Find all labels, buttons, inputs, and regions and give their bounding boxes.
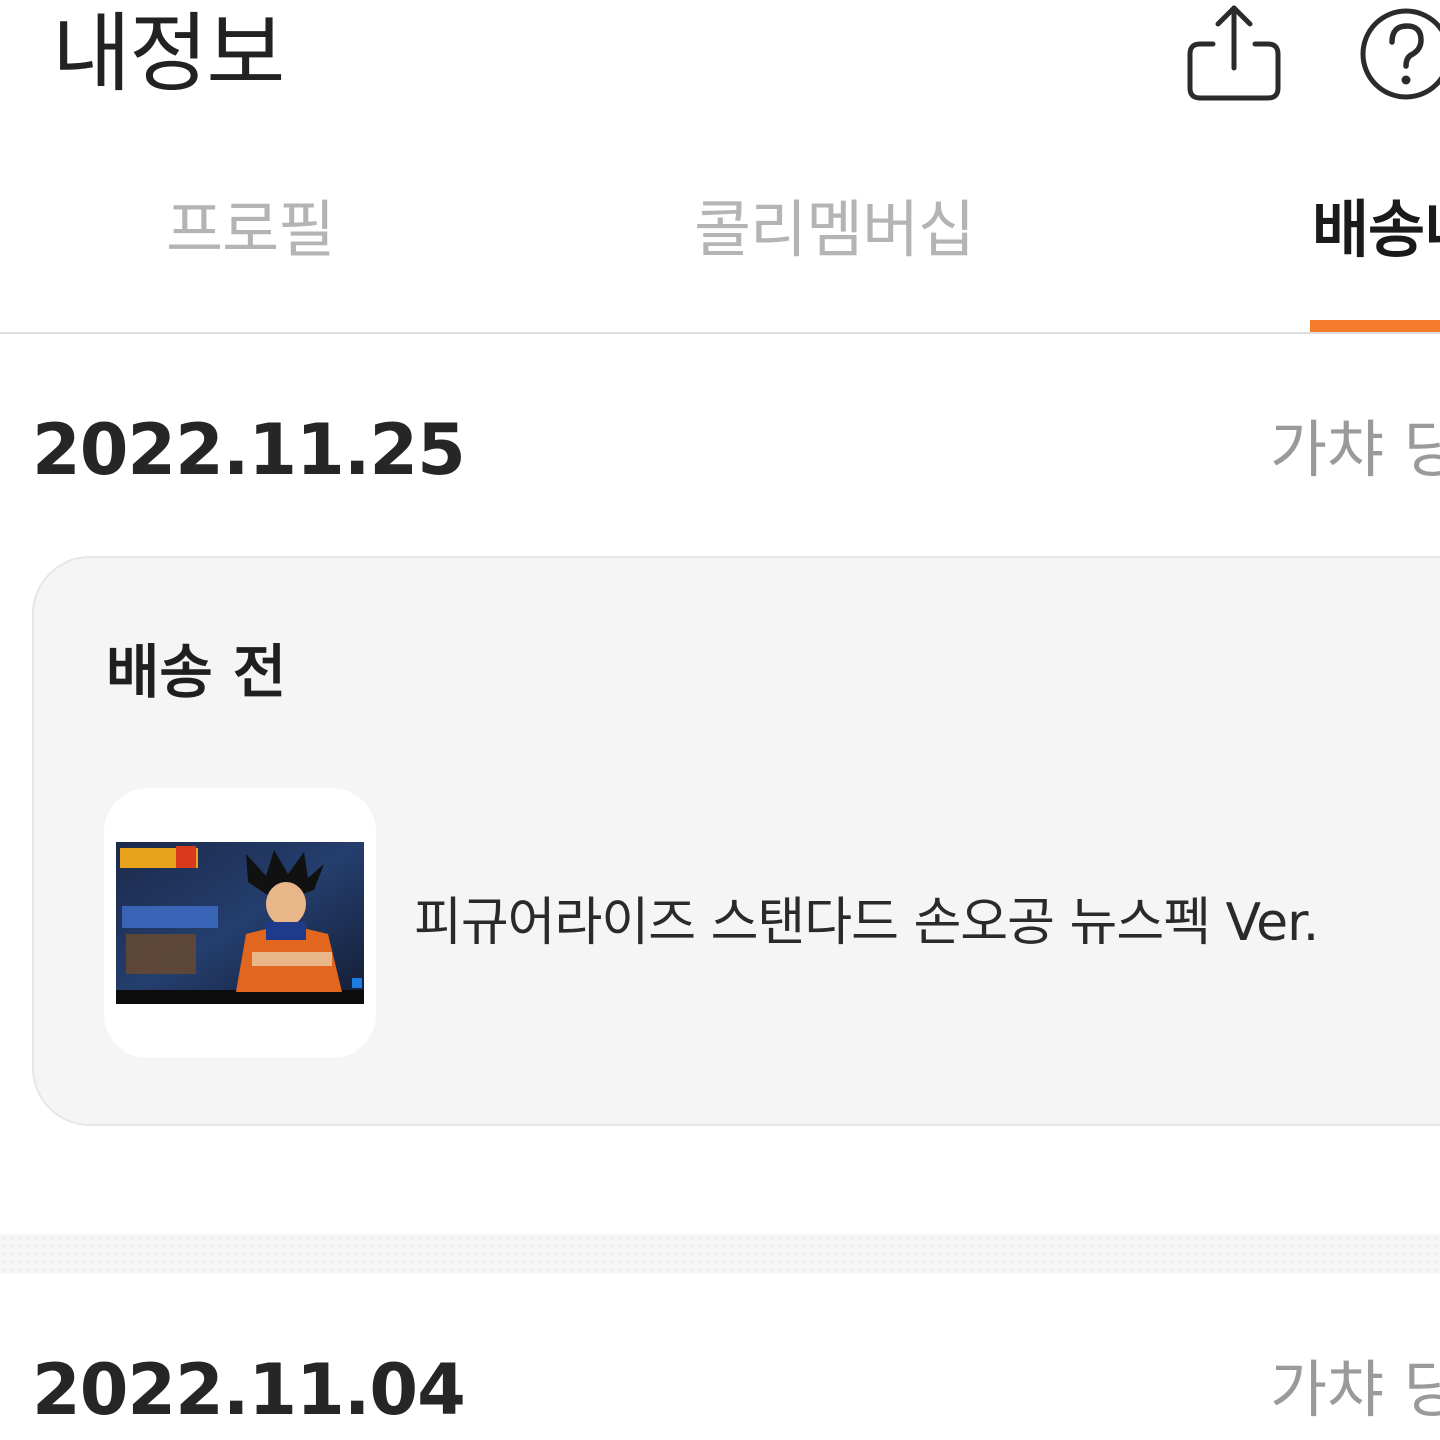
tab-profile[interactable]: 프로필 [166, 190, 335, 270]
active-tab-indicator [1310, 320, 1440, 332]
help-icon [1360, 8, 1440, 100]
tab-membership[interactable]: 콜리멤버십 [694, 190, 975, 270]
share-icon [1187, 5, 1281, 101]
order-category: 가챠 당첨 [1270, 1353, 1440, 1426]
share-button[interactable] [1180, 0, 1288, 110]
order-date: 2022.11.04 [32, 1349, 466, 1431]
product-thumbnail[interactable] [104, 788, 376, 1058]
product-name: 피규어라이즈 스탠다드 손오공 뉴스펙 Ver. [414, 893, 1319, 953]
page-title: 내정보 [52, 4, 285, 104]
order-card[interactable]: 배송 전 피규어라이즈 스탠다드 손오공 뉴스펙 Ver. [32, 556, 1440, 1126]
help-button[interactable] [1356, 4, 1440, 104]
product-image [116, 842, 364, 1004]
order-date: 2022.11.25 [32, 409, 466, 491]
delivery-status: 배송 전 [106, 638, 287, 706]
tab-delivery-history[interactable]: 배송내역 [1312, 190, 1440, 270]
section-divider [0, 1234, 1440, 1274]
tab-bar: 프로필 콜리멤버십 배송내역 [0, 150, 1440, 334]
delivery-history-screen: 내정보 프로필 콜리멤버십 배송내역 2022.11.25 가챠 당첨 배송 전 [0, 0, 1440, 1440]
order-category: 가챠 당첨 [1270, 413, 1440, 486]
